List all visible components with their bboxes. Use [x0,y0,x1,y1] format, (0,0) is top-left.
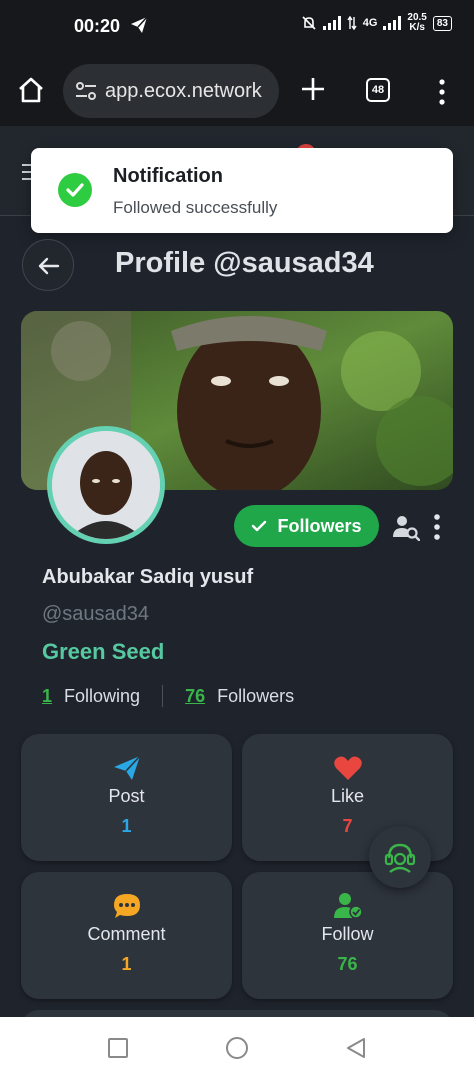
browser-menu-icon[interactable] [436,78,448,106]
card-value: 76 [337,954,358,974]
username-handle: @sausad34 [42,603,150,625]
profile-avatar[interactable] [47,426,165,544]
browser-toolbar: app.ecox.network 48 [0,52,474,126]
system-navigation-bar [0,1017,474,1080]
heart-icon [333,756,362,780]
status-indicators: 4G 20.5 K/s 83 [301,13,452,33]
card-label: Comment [87,924,166,944]
back-triangle-icon[interactable] [344,1036,368,1060]
card-post[interactable]: Post 1 [21,734,232,861]
home-button[interactable] [226,1037,248,1059]
signal-icon [322,16,341,30]
site-settings-icon[interactable] [75,81,97,101]
card-value: 1 [121,816,132,836]
status-time: 00:20 [74,16,121,36]
followers-button[interactable]: Followers [234,505,379,547]
speed-unit: K/s [409,22,425,33]
recents-button[interactable] [108,1038,128,1058]
headset-support-icon [384,843,416,873]
card-follow[interactable]: Follow 76 [242,872,453,999]
telegram-icon [131,16,148,33]
battery-indicator: 83 [432,15,452,31]
more-options-icon[interactable] [431,513,443,541]
success-check-icon [58,173,92,207]
notification-toast[interactable]: Notification Followed successfully [31,148,453,233]
comment-icon [113,894,140,918]
signal-icon-2 [383,16,402,30]
check-icon [252,520,267,532]
user-check-icon [333,893,363,919]
back-button[interactable] [22,239,74,291]
notification-title: Notification [113,165,223,187]
card-label: Post [108,786,145,806]
home-icon[interactable] [16,75,46,105]
followers-count[interactable]: 76 [185,686,205,707]
new-tab-icon[interactable] [298,74,328,104]
followers-label[interactable]: Followers [217,686,294,707]
following-count[interactable]: 1 [42,686,52,707]
mute-icon [302,16,316,30]
followers-button-label: Followers [277,515,362,536]
support-button[interactable] [369,826,431,888]
tab-switcher-button[interactable]: 48 [366,78,390,102]
follow-stats: 1 Following 76 Followers [42,685,294,707]
rank-label: Green Seed [42,639,165,664]
paper-plane-icon [113,755,141,780]
network-type: 4G [362,17,378,29]
card-value: 1 [121,954,132,974]
status-bar: 00:20 4G 20.5 K/s 83 [0,0,474,52]
data-transfer-icon [347,16,357,30]
following-label[interactable]: Following [64,686,140,707]
notification-message: Followed successfully [113,198,278,217]
address-bar[interactable]: app.ecox.network [63,64,279,118]
arrow-left-icon [38,257,60,275]
user-search-icon[interactable] [392,513,420,541]
page-title: Profile @sausad34 [115,247,374,279]
stats-divider [162,685,164,707]
card-comment[interactable]: Comment 1 [21,872,232,999]
card-label: Follow [321,924,374,944]
card-label: Like [330,786,365,806]
display-name: Abubakar Sadiq yusuf [42,566,254,588]
network-speed: 20.5 K/s [407,13,426,33]
url-text: app.ecox.network [105,79,262,102]
